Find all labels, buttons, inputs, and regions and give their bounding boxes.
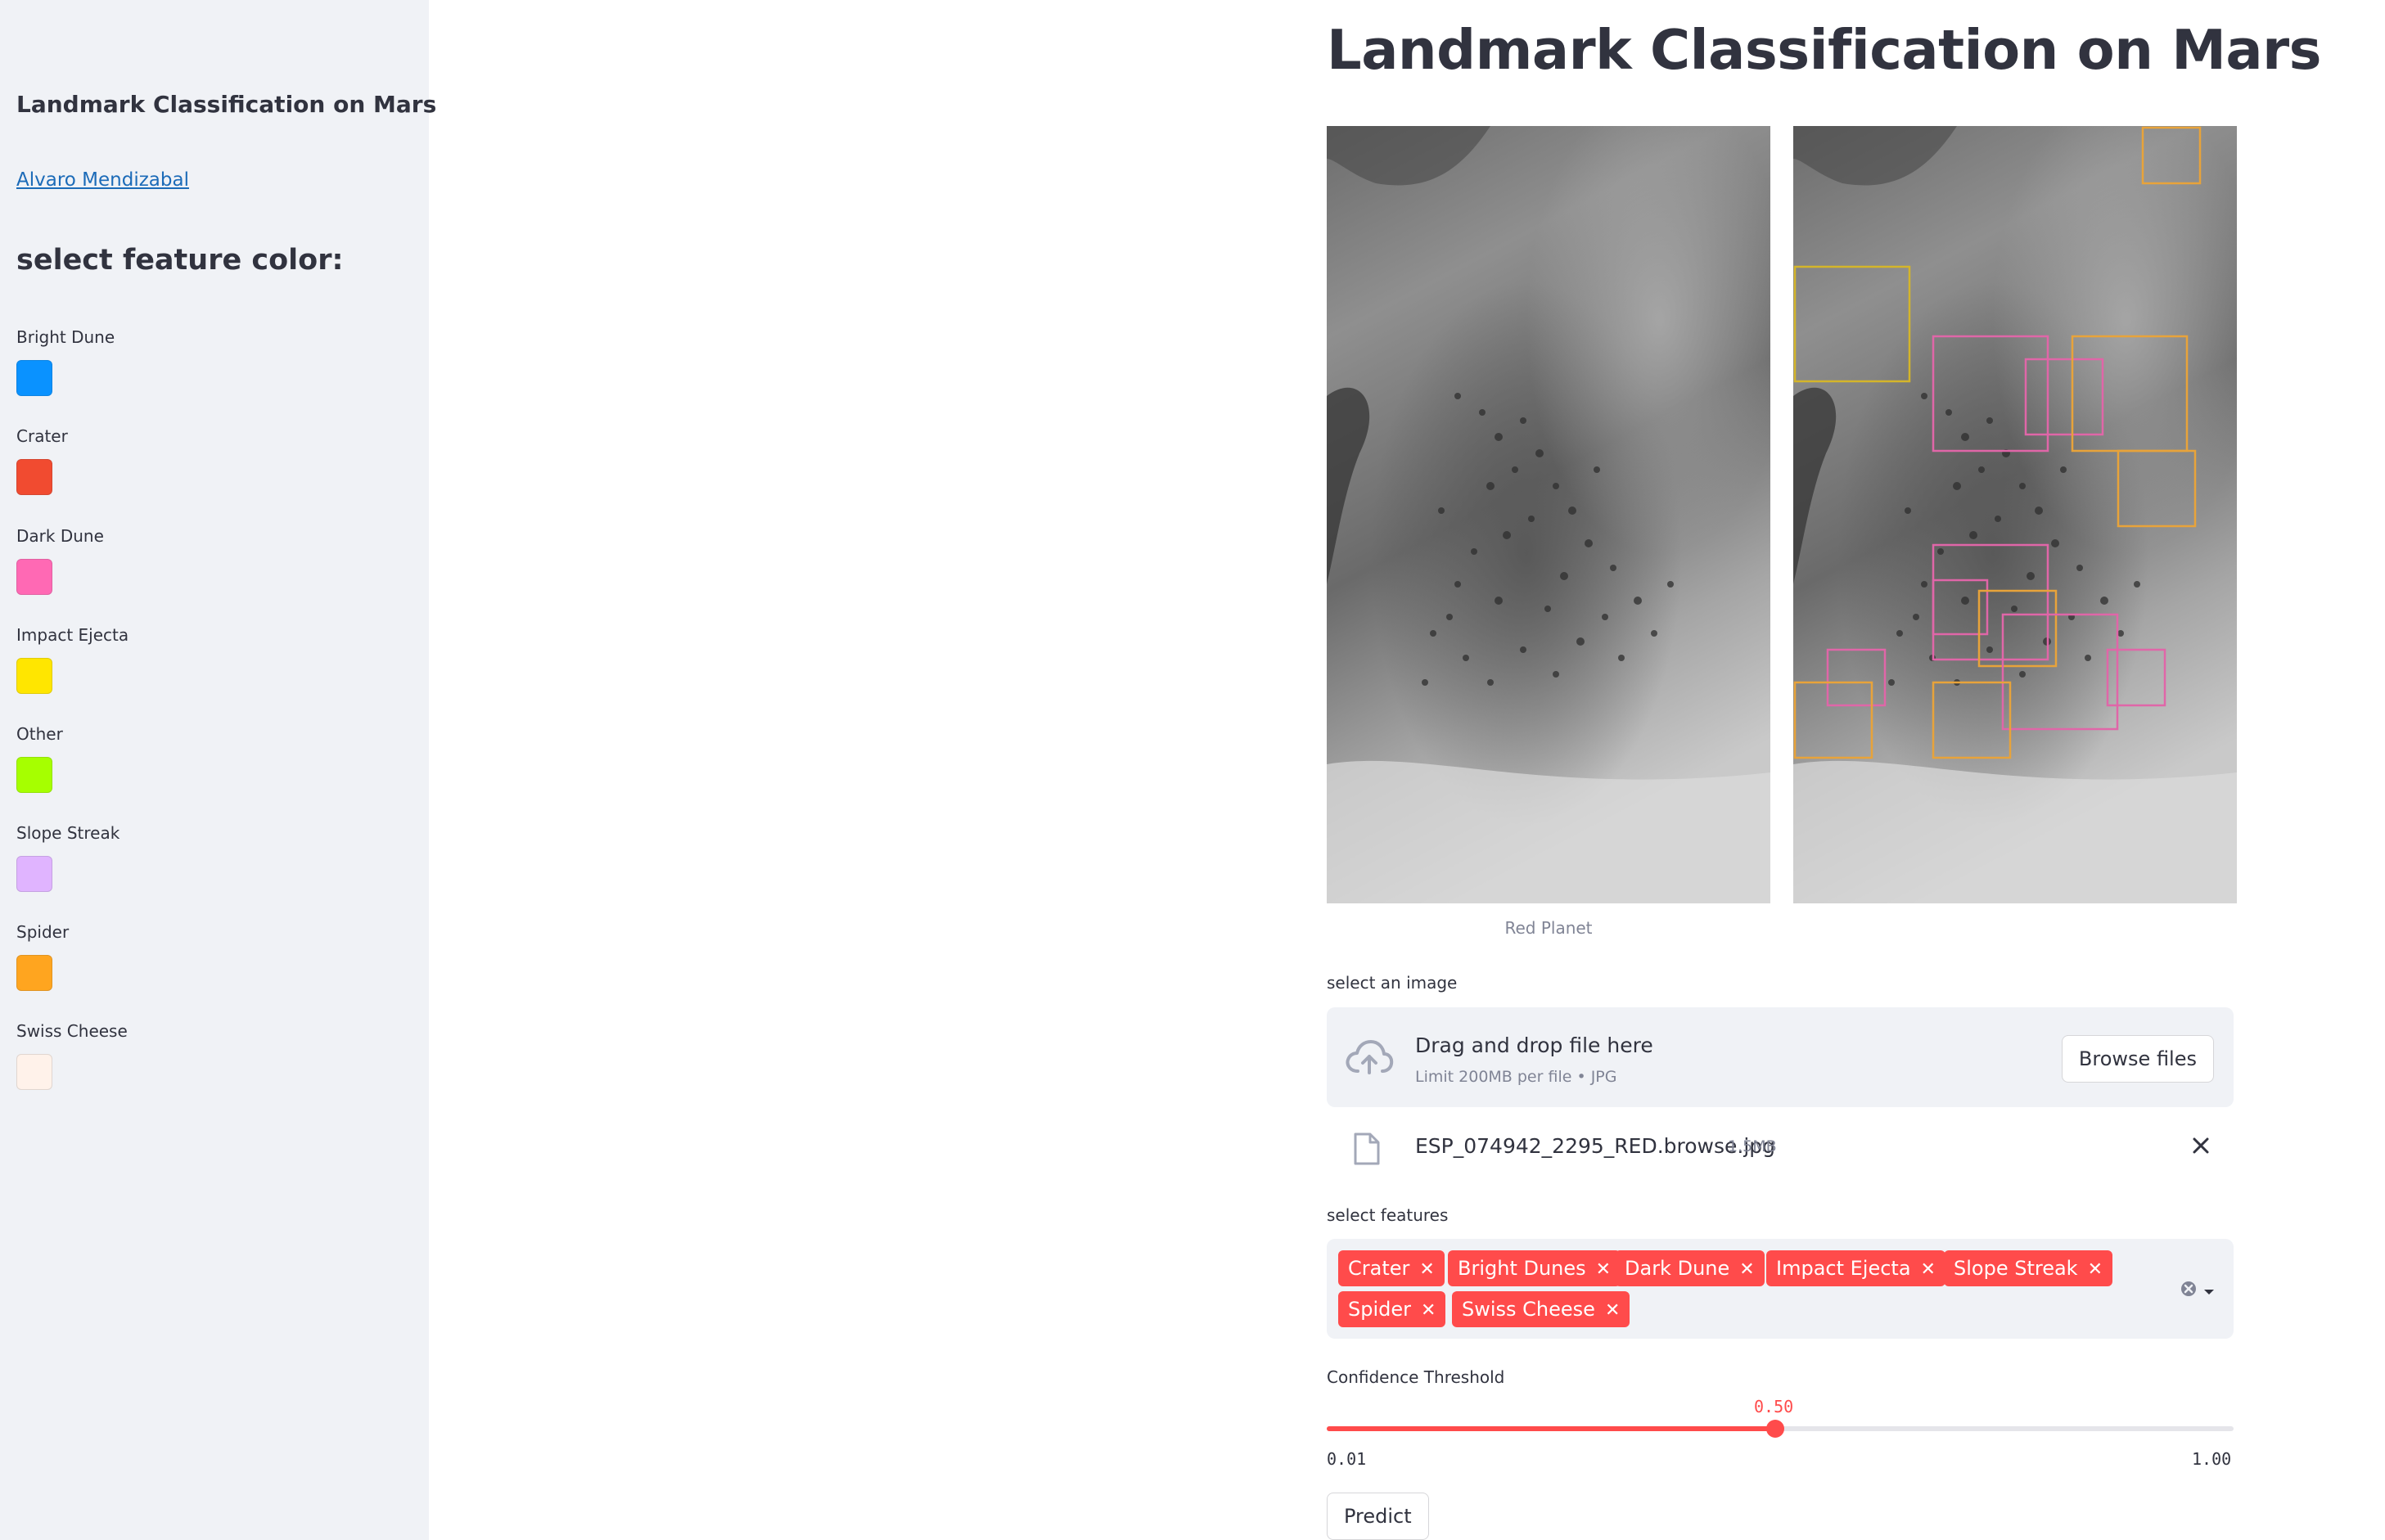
tag-label: Swiss Cheese [1462, 1298, 1595, 1321]
tag-label: Impact Ejecta [1776, 1257, 1911, 1280]
color-swatch[interactable] [16, 658, 52, 694]
browse-files-button[interactable]: Browse files [2061, 1035, 2214, 1083]
slider-thumb[interactable] [1766, 1420, 1785, 1438]
tag-remove-icon[interactable]: ✕ [1605, 1300, 1620, 1321]
feature-tag-spider: Spider ✕ [1338, 1291, 1446, 1327]
color-label: Slope Streak [16, 823, 120, 843]
color-picker-swiss-cheese: Swiss Cheese [16, 1021, 128, 1090]
uploaded-file-size: 1.5MB [1728, 1137, 1777, 1155]
slider-min-value: 0.01 [1327, 1449, 1367, 1469]
cloud-upload-icon [1345, 1038, 1394, 1081]
slider-max-value: 1.00 [2192, 1449, 2232, 1469]
color-label: Crater [16, 426, 68, 446]
color-picker-bright-dune: Bright Dune [16, 327, 115, 396]
uploaded-file-row: ESP_074942_2295_RED.browse.jpg 1.5MB [1327, 1121, 2234, 1173]
color-label: Dark Dune [16, 526, 104, 546]
tag-remove-icon[interactable]: ✕ [1596, 1259, 1611, 1280]
upload-limit-text: Limit 200MB per file • JPG [1415, 1068, 1617, 1086]
feature-color-heading: select feature color: [16, 244, 344, 277]
color-swatch[interactable] [16, 1054, 52, 1090]
color-label: Impact Ejecta [16, 625, 129, 645]
mars-image-original [1327, 126, 1770, 903]
color-label: Bright Dune [16, 327, 115, 347]
color-swatch[interactable] [16, 955, 52, 991]
slider-fill [1327, 1426, 1776, 1431]
color-swatch[interactable] [16, 559, 52, 595]
color-label: Other [16, 724, 63, 744]
page-title: Landmark Classification on Mars [1327, 18, 2322, 82]
author-link[interactable]: Alvaro Mendizabal [16, 169, 189, 191]
features-label: select features [1327, 1205, 1449, 1225]
file-icon [1353, 1132, 1381, 1169]
tag-remove-icon[interactable]: ✕ [1921, 1259, 1936, 1280]
image-caption: Red Planet [1504, 918, 1593, 938]
tag-label: Crater [1348, 1257, 1410, 1280]
color-picker-crater: Crater [16, 426, 68, 495]
sidebar-title: Landmark Classification on Mars [16, 91, 437, 118]
color-swatch[interactable] [16, 459, 52, 495]
confidence-slider-track[interactable] [1327, 1420, 2234, 1438]
color-label: Swiss Cheese [16, 1021, 128, 1041]
slider-current-value: 0.50 [1754, 1397, 1794, 1416]
color-picker-other: Other [16, 724, 63, 793]
color-picker-spider: Spider [16, 922, 70, 991]
confidence-label: Confidence Threshold [1327, 1367, 1505, 1387]
color-picker-impact-ejecta: Impact Ejecta [16, 625, 129, 694]
drag-drop-text: Drag and drop file here [1415, 1033, 1653, 1057]
mars-image-predicted [1793, 126, 2237, 903]
predict-button[interactable]: Predict [1327, 1493, 1429, 1540]
sidebar: Landmark Classification on Mars Alvaro M… [0, 0, 436, 1540]
clear-all-icon[interactable] [2180, 1280, 2198, 1298]
tag-label: Dark Dune [1625, 1257, 1730, 1280]
feature-tag-bright-dunes: Bright Dunes ✕ [1448, 1250, 1621, 1286]
chevron-down-icon[interactable] [2202, 1285, 2216, 1295]
tag-remove-icon[interactable]: ✕ [2088, 1259, 2103, 1280]
uploaded-file-name: ESP_074942_2295_RED.browse.jpg [1415, 1134, 1776, 1158]
color-picker-dark-dune: Dark Dune [16, 526, 104, 595]
tag-remove-icon[interactable]: ✕ [1419, 1259, 1434, 1280]
color-swatch[interactable] [16, 757, 52, 793]
remove-file-close-icon[interactable] [2184, 1129, 2217, 1162]
file-uploader-dropzone[interactable]: Drag and drop file here Limit 200MB per … [1327, 1007, 2234, 1107]
upload-label: select an image [1327, 973, 1458, 993]
tag-label: Spider [1348, 1298, 1412, 1321]
color-swatch[interactable] [16, 856, 52, 892]
color-picker-slope-streak: Slope Streak [16, 823, 120, 892]
feature-tag-swiss-cheese: Swiss Cheese ✕ [1452, 1291, 1630, 1327]
color-label: Spider [16, 922, 70, 942]
tag-remove-icon[interactable]: ✕ [1739, 1259, 1754, 1280]
feature-tag-impact-ejecta: Impact Ejecta ✕ [1766, 1250, 1945, 1286]
feature-tag-dark-dune: Dark Dune ✕ [1615, 1250, 1765, 1286]
color-swatch[interactable] [16, 360, 52, 396]
tag-remove-icon[interactable]: ✕ [1421, 1300, 1436, 1321]
feature-tag-crater: Crater ✕ [1338, 1250, 1445, 1286]
feature-tag-slope-streak: Slope Streak ✕ [1944, 1250, 2113, 1286]
tag-label: Slope Streak [1954, 1257, 2078, 1280]
features-multiselect[interactable]: Crater ✕ Bright Dunes ✕ Dark Dune ✕ Impact … [1327, 1239, 2234, 1339]
tag-label: Bright Dunes [1458, 1257, 1586, 1280]
